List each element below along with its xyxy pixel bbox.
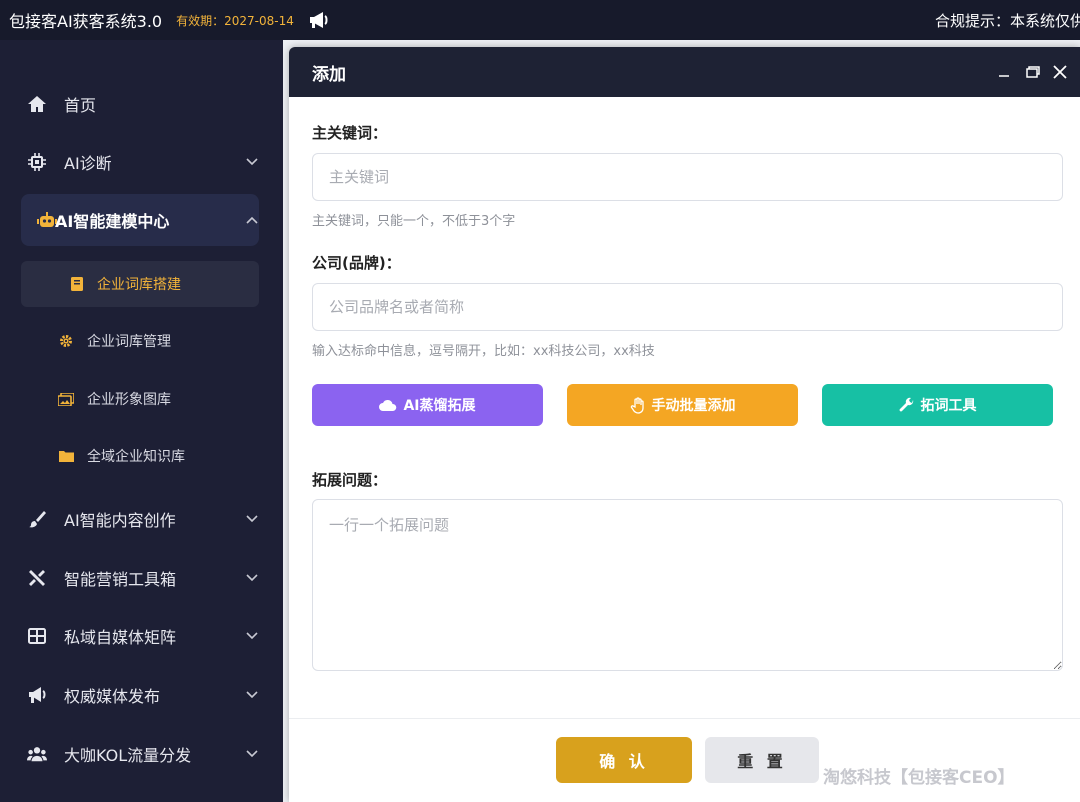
ai-expand-label: AI蒸馏拓展	[403, 398, 476, 414]
compliance-notice: 合规提示：本系统仅供	[935, 11, 1080, 30]
app-title: 包接客AI获客系统3.0	[9, 12, 163, 31]
sidebar-item-label: 首页	[64, 96, 97, 115]
sidebar-item-media-publish[interactable]: 权威媒体发布	[0, 670, 283, 720]
sidebar-item-marketing-tools[interactable]: 智能营销工具箱	[0, 553, 283, 603]
company-hint: 输入达标命中信息，逗号隔开，比如：xx科技公司，xx科技	[312, 344, 655, 359]
sidebar-subitem-label: 全域企业知识库	[87, 449, 185, 465]
megaphone-icon[interactable]	[308, 9, 330, 31]
sidebar-subitem-label: 企业形象图库	[87, 392, 171, 408]
sidebar-item-private-media[interactable]: 私域自媒体矩阵	[0, 611, 283, 661]
chevron-down-icon	[246, 632, 258, 640]
home-icon	[27, 94, 47, 114]
users-icon	[27, 744, 47, 764]
sidebar-subitem-word-library-build[interactable]: 企业词库搭建	[21, 261, 259, 307]
manual-batch-add-label: 手动批量添加	[651, 398, 736, 414]
sidebar-item-label: 权威媒体发布	[64, 687, 161, 706]
ai-expand-button[interactable]: AI蒸馏拓展	[312, 384, 543, 426]
sidebar: 首页 AI诊断 AI智能建模中心 企业词库搭建 企业词库管理 企业形象图库 全域…	[0, 40, 283, 802]
sidebar-item-kol-distribution[interactable]: 大咖KOL流量分发	[0, 729, 283, 779]
sidebar-item-ai-diagnosis[interactable]: AI诊断	[0, 137, 283, 187]
sidebar-subitem-label: 企业词库搭建	[97, 277, 181, 293]
sidebar-item-label: AI智能内容创作	[64, 511, 176, 530]
sidebar-subitem-image-library[interactable]: 企业形象图库	[0, 379, 283, 419]
sidebar-subitem-word-library-manage[interactable]: 企业词库管理	[0, 321, 283, 361]
sidebar-subitem-knowledge-base[interactable]: 全域企业知识库	[0, 436, 283, 476]
sidebar-item-label: AI智能建模中心	[55, 212, 170, 231]
sidebar-item-label: 私域自媒体矩阵	[64, 628, 177, 647]
sidebar-item-label: 智能营销工具箱	[64, 570, 177, 589]
dialog-header: 添加	[289, 47, 1080, 97]
wrench-icon	[899, 397, 913, 412]
robot-icon	[37, 210, 57, 230]
validity-date: 有效期：2027-08-14	[176, 13, 294, 28]
chevron-down-icon	[246, 691, 258, 699]
sidebar-item-home[interactable]: 首页	[0, 79, 283, 129]
top-bar: 包接客AI获客系统3.0 有效期：2027-08-14 合规提示：本系统仅供	[0, 0, 1080, 40]
main-keyword-hint: 主关键词，只能一个，不低于3个字	[312, 214, 516, 229]
expand-questions-textarea[interactable]	[312, 499, 1063, 671]
close-icon[interactable]	[1052, 64, 1068, 80]
sidebar-item-label: AI诊断	[64, 154, 112, 173]
expand-questions-label: 拓展问题：	[312, 471, 388, 489]
manual-batch-add-button[interactable]: 手动批量添加	[567, 384, 798, 426]
brush-icon	[27, 509, 47, 529]
sidebar-item-row: AI智能建模中心	[0, 195, 283, 245]
company-input[interactable]	[312, 283, 1063, 331]
chevron-down-icon	[246, 574, 258, 582]
cloud-icon	[379, 399, 397, 411]
chevron-down-icon	[246, 158, 258, 166]
main-keyword-input[interactable]	[312, 153, 1063, 201]
chevron-down-icon	[246, 750, 258, 758]
minimize-icon[interactable]	[996, 64, 1012, 80]
chip-icon	[27, 152, 47, 172]
word-expand-tool-label: 拓词工具	[920, 398, 977, 414]
image-icon	[58, 391, 74, 407]
maximize-icon[interactable]	[1025, 64, 1041, 80]
confirm-button[interactable]: 确 认	[556, 737, 692, 783]
tools-icon	[27, 568, 47, 588]
word-expand-tool-button[interactable]: 拓词工具	[822, 384, 1053, 426]
sidebar-subitem-label: 企业词库管理	[87, 334, 171, 350]
grid-icon	[27, 626, 47, 646]
hand-icon	[630, 396, 644, 414]
book-icon	[69, 276, 85, 292]
add-dialog: 添加 主关键词： 主关键词，只能一个，不低于3个字 公司(品牌)： 输入达标命中…	[289, 47, 1080, 802]
chevron-up-icon	[246, 216, 258, 224]
sidebar-item-ai-modeling-center[interactable]: AI智能建模中心	[21, 194, 259, 246]
company-label: 公司(品牌)：	[312, 254, 401, 272]
chevron-down-icon	[246, 515, 258, 523]
megaphone-icon	[27, 685, 47, 705]
reset-button[interactable]: 重 置	[705, 737, 819, 783]
sidebar-item-ai-content[interactable]: AI智能内容创作	[0, 494, 283, 544]
sidebar-item-label: 大咖KOL流量分发	[64, 746, 192, 765]
folder-icon	[58, 448, 74, 464]
dialog-title: 添加	[312, 64, 346, 85]
dialog-footer: 确 认 重 置 淘悠科技【包接客CEO】	[289, 718, 1080, 802]
gear-icon	[58, 333, 74, 349]
main-keyword-label: 主关键词：	[312, 124, 388, 142]
watermark: 淘悠科技【包接客CEO】	[823, 768, 1015, 788]
